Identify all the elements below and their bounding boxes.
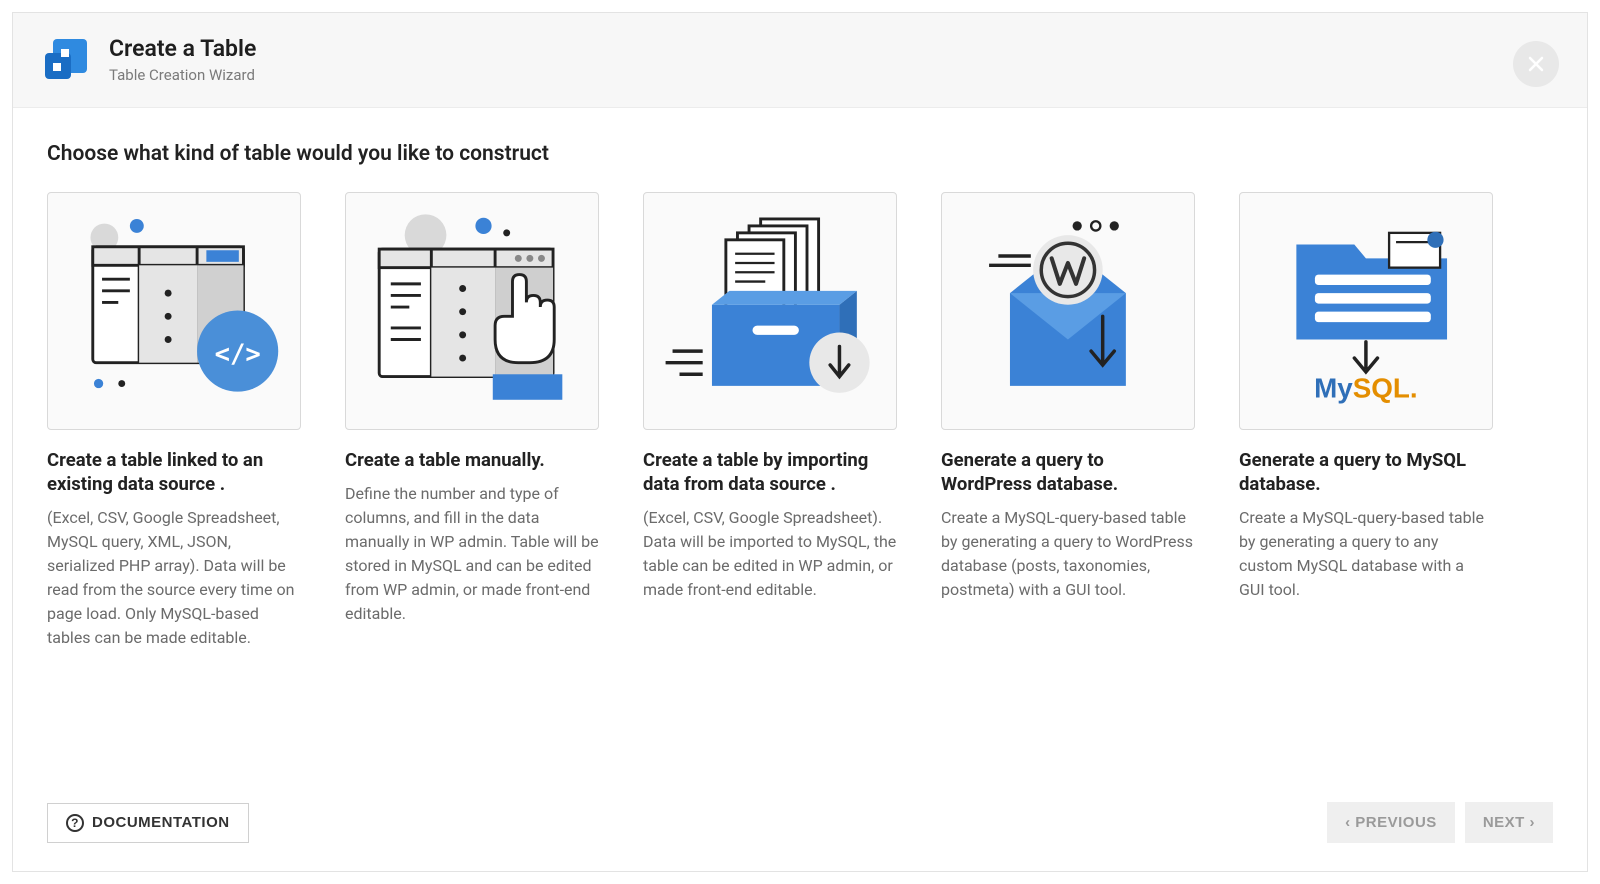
option-card-mysql-query-image[interactable]: MySQL.: [1239, 192, 1493, 430]
wizard-body: Choose what kind of table would you like…: [13, 108, 1587, 780]
wizard-subtitle: Table Creation Wizard: [109, 66, 256, 84]
previous-button[interactable]: ‹ PREVIOUS: [1327, 802, 1455, 843]
prompt-heading: Choose what kind of table would you like…: [47, 142, 1553, 166]
option-desc: (Excel, CSV, Google Spreadsheet). Data w…: [643, 506, 897, 602]
option-card-import-image[interactable]: [643, 192, 897, 430]
option-desc: Define the number and type of columns, a…: [345, 482, 599, 626]
documentation-label: DOCUMENTATION: [92, 814, 230, 831]
import-data-icon: [654, 212, 886, 409]
option-card-import: Create a table by importing data from da…: [643, 192, 897, 650]
svg-text:</>: </>: [215, 340, 261, 370]
wizard-header: Create a Table Table Creation Wizard: [13, 13, 1587, 108]
header-text: Create a Table Table Creation Wizard: [109, 35, 256, 84]
documentation-button[interactable]: ? DOCUMENTATION: [47, 803, 249, 843]
wizard-panel: Create a Table Table Creation Wizard Cho…: [12, 12, 1588, 872]
help-icon: ?: [66, 814, 84, 832]
option-title: Create a table by importing data from da…: [643, 448, 897, 496]
option-card-manual-image[interactable]: [345, 192, 599, 430]
wizard-nav: ‹ PREVIOUS NEXT ›: [1327, 802, 1553, 843]
option-desc: (Excel, CSV, Google Spreadsheet, MySQL q…: [47, 506, 301, 650]
close-icon: [1528, 56, 1544, 72]
svg-text:MySQL.: MySQL.: [1314, 373, 1418, 404]
app-logo-icon: [41, 35, 91, 85]
option-card-linked-source-image[interactable]: </>: [47, 192, 301, 430]
wizard-footer: ? DOCUMENTATION ‹ PREVIOUS NEXT ›: [13, 780, 1587, 871]
option-card-mysql-query: MySQL. Generate a query to MySQL databas…: [1239, 192, 1493, 650]
next-label: NEXT: [1483, 814, 1525, 831]
option-title: Generate a query to WordPress database.: [941, 448, 1195, 496]
option-title: Generate a query to MySQL database.: [1239, 448, 1493, 496]
mysql-query-icon: MySQL.: [1250, 212, 1482, 409]
option-card-wordpress-query-image[interactable]: [941, 192, 1195, 430]
chevron-right-icon: ›: [1525, 814, 1535, 831]
next-button[interactable]: NEXT ›: [1465, 802, 1553, 843]
manual-table-icon: [356, 212, 588, 409]
option-desc: Create a MySQL-query-based table by gene…: [941, 506, 1195, 602]
chevron-left-icon: ‹: [1345, 814, 1355, 831]
linked-source-icon: </>: [58, 212, 290, 409]
option-cards: </> Create a table linked to an existing…: [47, 192, 1553, 650]
option-card-manual: Create a table manually. Define the numb…: [345, 192, 599, 650]
option-title: Create a table linked to an existing dat…: [47, 448, 301, 496]
option-desc: Create a MySQL-query-based table by gene…: [1239, 506, 1493, 602]
wordpress-query-icon: [952, 212, 1184, 409]
previous-label: PREVIOUS: [1355, 814, 1437, 831]
close-button[interactable]: [1513, 41, 1559, 87]
wizard-title: Create a Table: [109, 35, 256, 62]
option-card-linked-source: </> Create a table linked to an existing…: [47, 192, 301, 650]
option-card-wordpress-query: Generate a query to WordPress database. …: [941, 192, 1195, 650]
option-title: Create a table manually.: [345, 448, 599, 472]
